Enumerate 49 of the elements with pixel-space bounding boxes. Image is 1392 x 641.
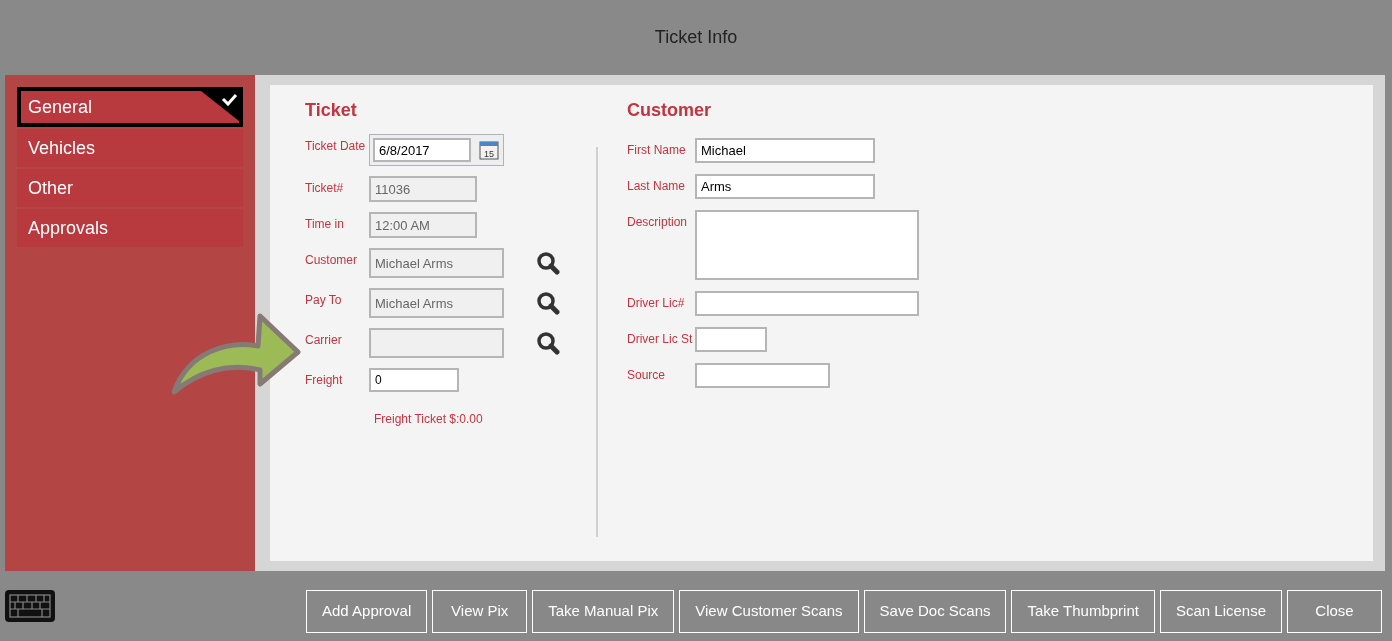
toolbar-button[interactable]: Save Doc Scans bbox=[863, 589, 1007, 633]
lookup-field[interactable] bbox=[369, 328, 504, 358]
toolbar-button[interactable]: Close bbox=[1287, 589, 1382, 633]
section-heading: Customer bbox=[627, 99, 712, 122]
field-label: Time in bbox=[305, 216, 345, 233]
search-icon[interactable] bbox=[536, 331, 560, 355]
field-label: Driver Lic St bbox=[627, 331, 694, 348]
field-label: Pay To bbox=[305, 292, 343, 309]
field-label: Source bbox=[627, 367, 667, 384]
field-label: First Name bbox=[627, 142, 687, 159]
date-field[interactable]: 6/8/2017 bbox=[373, 138, 471, 162]
field-label: Last Name bbox=[627, 178, 687, 195]
toolbar-button[interactable]: Take Thumbprint bbox=[1011, 589, 1155, 633]
input-field[interactable] bbox=[695, 327, 767, 352]
toolbar-button[interactable]: Scan License bbox=[1159, 589, 1282, 633]
calendar-icon[interactable]: 15 bbox=[479, 140, 499, 160]
section-heading: Ticket bbox=[305, 99, 358, 122]
search-icon[interactable] bbox=[536, 251, 560, 275]
freight-total: Freight Ticket $:0.00 bbox=[374, 411, 484, 428]
keyboard-icon[interactable] bbox=[5, 590, 55, 622]
input-field[interactable]: 0 bbox=[369, 368, 459, 392]
readonly-field[interactable]: 11036 bbox=[369, 176, 477, 202]
sidebar-item[interactable]: Other bbox=[17, 169, 243, 207]
input-field[interactable]: Arms bbox=[695, 174, 875, 199]
sidebar-item[interactable]: Vehicles bbox=[17, 129, 243, 167]
field-label: Freight bbox=[305, 372, 344, 389]
textarea-field[interactable] bbox=[695, 210, 919, 280]
lookup-field[interactable]: Michael Arms bbox=[369, 248, 504, 278]
search-icon[interactable] bbox=[536, 291, 560, 315]
toolbar-button[interactable]: View Pix bbox=[432, 589, 528, 633]
sidebar-item[interactable]: Approvals bbox=[17, 209, 243, 247]
sidebar-item[interactable]: General bbox=[17, 87, 243, 127]
toolbar-button[interactable]: Add Approval bbox=[306, 589, 428, 633]
field-label: Ticket# bbox=[305, 180, 345, 197]
input-field[interactable] bbox=[695, 291, 919, 316]
toolbar-button[interactable]: Take Manual Pix bbox=[532, 589, 675, 633]
lookup-field[interactable]: Michael Arms bbox=[369, 288, 504, 318]
readonly-field[interactable]: 12:00 AM bbox=[369, 212, 477, 238]
field-label: Customer bbox=[305, 252, 358, 269]
field-label: Ticket Date bbox=[305, 138, 367, 155]
checkmark-icon bbox=[201, 91, 239, 121]
input-field[interactable]: Michael bbox=[695, 138, 875, 163]
field-label: Description bbox=[627, 214, 689, 231]
field-label: Driver Lic# bbox=[627, 295, 686, 312]
field-label: Carrier bbox=[305, 332, 343, 349]
date-picker[interactable]: 6/8/2017 15 bbox=[369, 134, 504, 166]
input-field[interactable] bbox=[695, 363, 830, 388]
toolbar-button[interactable]: View Customer Scans bbox=[679, 589, 859, 633]
window-title: Ticket Info bbox=[654, 26, 738, 49]
